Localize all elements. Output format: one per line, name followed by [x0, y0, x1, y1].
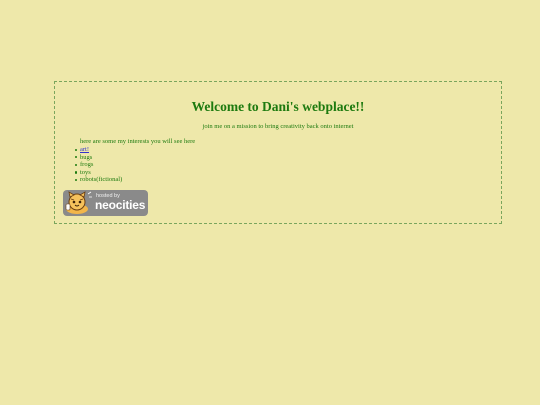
page-subtitle: join me on a mission to bring creativity… [202, 123, 354, 130]
interest-list: art! bugs frogs toys robots(fictional) [74, 146, 123, 184]
list-item: robots(fictional) [74, 176, 123, 184]
list-item: toys [74, 169, 122, 177]
badge-big-text: neocities [95, 198, 146, 212]
main-container: Welcome to Dani's webplace!! join me on … [54, 81, 502, 224]
list-item[interactable]: art! [74, 146, 122, 154]
interests-intro: here are some my interests you will see … [80, 138, 196, 145]
neocities-badge[interactable]: hosted by neocities [63, 190, 148, 216]
interest-link-art[interactable]: art! [80, 146, 89, 153]
neocities-cat-icon [65, 191, 92, 214]
list-item: bugs [74, 154, 122, 162]
page-title: Welcome to Dani's webplace!! [191, 99, 365, 114]
list-item: frogs [74, 161, 122, 169]
